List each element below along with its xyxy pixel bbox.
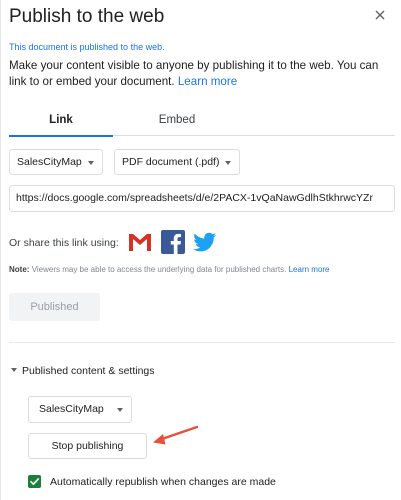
published-sheet-select-value: SalesCityMap (39, 403, 104, 415)
triangle-down-icon (11, 368, 17, 372)
tab-link[interactable]: Link (9, 110, 113, 137)
publish-tabs: Link Embed (9, 110, 395, 137)
note-prefix: Note: (9, 265, 30, 274)
sheet-select-value: SalesCityMap (17, 156, 82, 168)
facebook-icon[interactable] (161, 230, 185, 259)
sheet-select[interactable]: SalesCityMap (9, 149, 103, 175)
tab-embed[interactable]: Embed (125, 110, 229, 136)
publish-url-field[interactable]: https://docs.google.com/spreadsheets/d/e… (9, 185, 395, 212)
gmail-icon[interactable] (127, 230, 153, 259)
published-button: Published (9, 293, 100, 321)
twitter-icon[interactable] (192, 230, 218, 259)
stop-publishing-button[interactable]: Stop publishing (28, 433, 147, 459)
published-content-label: Published content & settings (22, 365, 155, 377)
close-icon[interactable] (373, 8, 387, 22)
format-select[interactable]: PDF document (.pdf) (114, 149, 240, 175)
auto-republish-label: Automatically republish when changes are… (50, 476, 276, 488)
publish-dialog: Publish to the web This document is publ… (0, 0, 401, 500)
charts-note: Note: Viewers may be able to access the … (9, 265, 330, 274)
format-select-value: PDF document (.pdf) (122, 156, 220, 168)
dialog-description: Make your content visible to anyone by p… (9, 58, 397, 90)
published-content-toggle[interactable]: Published content & settings (11, 365, 155, 377)
chevron-down-icon (117, 408, 123, 412)
dialog-title: Publish to the web (9, 6, 165, 27)
published-status-note: This document is published to the web. (9, 42, 165, 52)
auto-republish-checkbox[interactable] (28, 475, 41, 488)
chevron-down-icon (88, 161, 94, 165)
share-label: Or share this link using: (9, 237, 119, 249)
note-learn-more-link[interactable]: Learn more (289, 265, 330, 274)
note-text: Viewers may be able to access the underl… (31, 265, 287, 274)
section-divider (9, 342, 395, 343)
chevron-down-icon (225, 161, 231, 165)
learn-more-link[interactable]: Learn more (178, 75, 237, 88)
annotation-arrow-icon (153, 425, 199, 445)
published-sheet-select[interactable]: SalesCityMap (28, 396, 132, 423)
